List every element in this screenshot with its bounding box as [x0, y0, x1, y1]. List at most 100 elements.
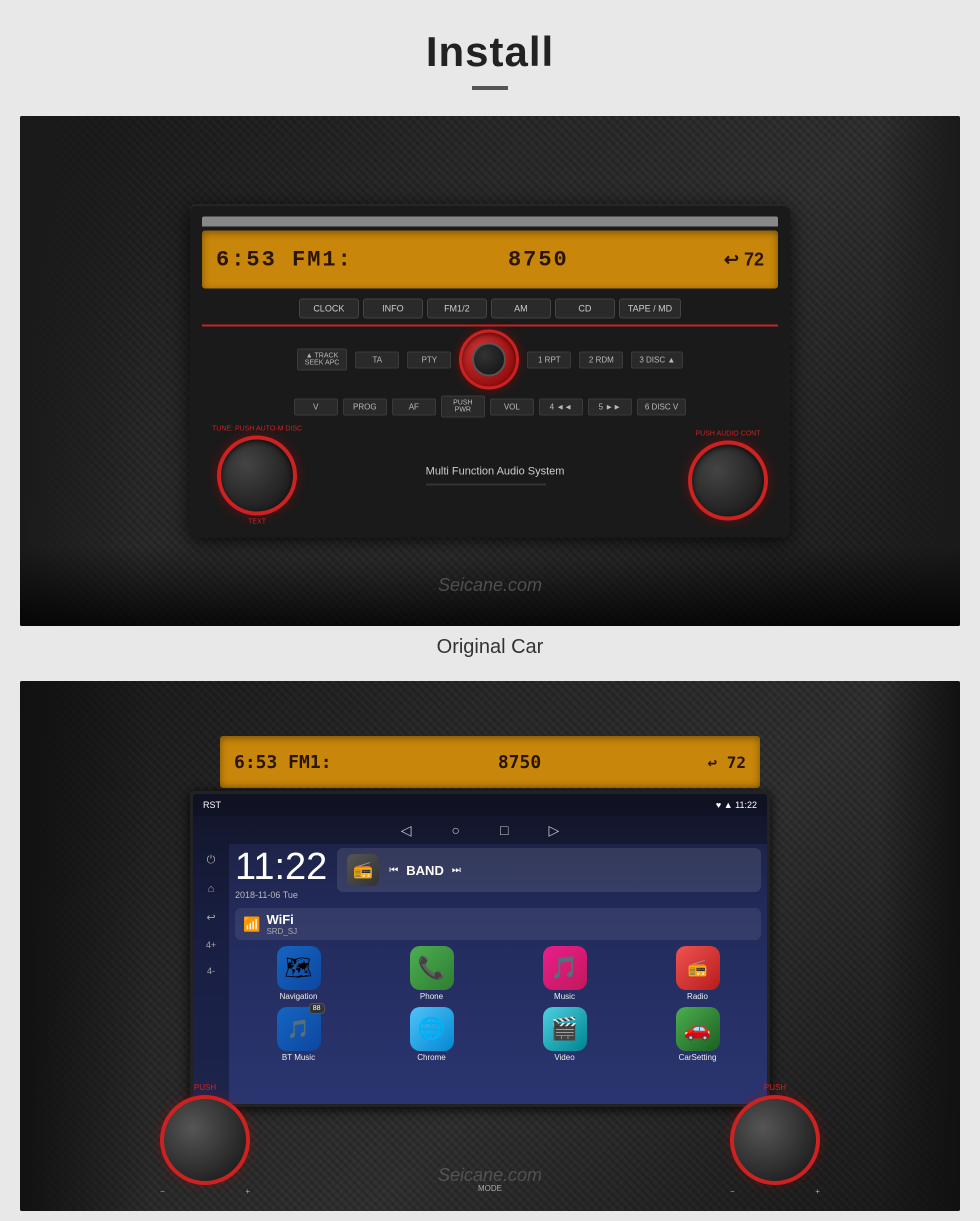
- btn5[interactable]: 5 ►►: [588, 398, 632, 415]
- chrome-label: Chrome: [417, 1053, 445, 1062]
- right-knob-area: PUSH − +: [730, 1083, 820, 1196]
- tune-knob[interactable]: [217, 436, 297, 516]
- carsetting-icon: 🚗: [676, 1007, 720, 1051]
- tape-btn[interactable]: TAPE / MD: [619, 299, 681, 319]
- status-bar: RST ♥ ▲ 11:22: [193, 794, 767, 816]
- wifi-name: WiFi: [266, 912, 297, 927]
- top-display: 6:53 FM1: 8750 ↩ 72: [220, 736, 760, 788]
- audio-knob[interactable]: [688, 441, 768, 521]
- radio-controls: ⏮ BAND ⏭: [389, 863, 461, 878]
- music-label: Music: [554, 992, 575, 1001]
- radio-icon: 📻: [676, 946, 720, 990]
- android-unit: RST ♥ ▲ 11:22 ◁ ○ □ ▷ ⏻: [190, 791, 770, 1107]
- badge-88: 88: [309, 1003, 325, 1014]
- original-display: 6:53 FM1: 8750 ↩ 72: [202, 231, 778, 289]
- radio-widget-icon: 📻: [347, 854, 379, 886]
- rpt-btn[interactable]: 1 RPT: [527, 351, 571, 368]
- am-btn[interactable]: AM: [491, 299, 551, 319]
- bottom-left-knob[interactable]: [160, 1095, 250, 1185]
- row3: V PROG AF PUSHPWR VOL 4 ◄◄ 5 ►► 6 DISC V: [202, 396, 778, 418]
- fm12-btn[interactable]: FM1/2: [427, 299, 487, 319]
- push-pwr[interactable]: PUSHPWR: [441, 396, 485, 418]
- menu-icon[interactable]: ▷: [548, 822, 559, 839]
- back-sidebar-icon[interactable]: ↩: [206, 911, 215, 924]
- app-carsetting[interactable]: 🚗 CarSetting: [634, 1007, 761, 1062]
- display-right: ↩ 72: [724, 249, 764, 270]
- status-left: RST: [203, 800, 221, 810]
- original-car-section: 6:53 FM1: 8750 ↩ 72 CLOCK INFO FM1/2 AM …: [20, 116, 960, 671]
- home-icon[interactable]: ○: [452, 822, 460, 838]
- app-grid: 🗺 Navigation 📞 Phone: [235, 946, 761, 1062]
- track-btn[interactable]: ▲ TRACKSEEK APC: [297, 349, 348, 371]
- app-video[interactable]: 🎬 Video: [501, 1007, 628, 1062]
- app-bt-music[interactable]: 🎵 88 BT Music: [235, 1007, 362, 1062]
- display-left: 6:53 FM1:: [216, 247, 353, 272]
- v-btn[interactable]: V: [294, 398, 338, 415]
- bt-music-label: BT Music: [282, 1053, 315, 1062]
- main-knob[interactable]: [459, 330, 519, 390]
- carsetting-label: CarSetting: [679, 1053, 717, 1062]
- rdm-btn[interactable]: 2 RDM: [579, 351, 623, 368]
- radio-widget[interactable]: 📻 ⏮ BAND ⏭: [337, 848, 761, 892]
- left-knob-area: PUSH − +: [160, 1083, 250, 1196]
- time-section: 11:22 2018-11-06 Tue 📻 ⏮ BAND ⏭: [235, 848, 761, 900]
- nav-bar: ◁ ○ □ ▷: [193, 816, 767, 844]
- next-track-icon[interactable]: ⏭: [452, 865, 461, 876]
- page-header: Install: [0, 0, 980, 116]
- aftermarket-car-bg: 6:53 FM1: 8750 ↩ 72 RST ♥ ▲ 11:22 ◁ ○: [20, 681, 960, 1211]
- clock-time: 11:22: [235, 848, 327, 886]
- info-btn[interactable]: INFO: [363, 299, 423, 319]
- top-display-right: ↩ 72: [707, 753, 746, 772]
- app-phone[interactable]: 📞 Phone: [368, 946, 495, 1001]
- navigation-label: Navigation: [280, 992, 318, 1001]
- af-btn[interactable]: AF: [392, 398, 436, 415]
- phone-icon: 📞: [410, 946, 454, 990]
- radio-label: Radio: [687, 992, 708, 1001]
- home-sidebar-icon[interactable]: ⌂: [208, 883, 215, 895]
- wifi-bars-icon: 📶: [243, 916, 260, 933]
- prev-track-icon[interactable]: ⏮: [389, 865, 398, 876]
- wifi-widget: 📶 WiFi SRD_SJ: [235, 908, 761, 940]
- vol-btn[interactable]: VOL: [490, 398, 534, 415]
- system-label: Multi Function Audio System: [426, 466, 565, 478]
- back-icon[interactable]: ◁: [401, 822, 412, 839]
- cd-btn[interactable]: CD: [555, 299, 615, 319]
- btn6[interactable]: 6 DISC V: [637, 398, 686, 415]
- video-icon: 🎬: [543, 1007, 587, 1051]
- top-display-left: 6:53 FM1:: [234, 752, 332, 773]
- vol-up-icon[interactable]: 4+: [206, 940, 216, 950]
- navigation-icon: 🗺: [277, 946, 321, 990]
- recents-icon[interactable]: □: [500, 822, 508, 838]
- watermark-2: Seicane.com: [438, 1165, 542, 1186]
- prog-btn[interactable]: PROG: [343, 398, 387, 415]
- power-icon[interactable]: ⏻: [207, 854, 216, 867]
- aftermarket-car-image: 6:53 FM1: 8750 ↩ 72 RST ♥ ▲ 11:22 ◁ ○: [20, 681, 960, 1211]
- pty-btn[interactable]: PTY: [407, 351, 451, 368]
- clock-date: 2018-11-06 Tue: [235, 890, 327, 900]
- phone-label: Phone: [420, 992, 443, 1001]
- app-radio[interactable]: 📻 Radio: [634, 946, 761, 1001]
- button-row-1: CLOCK INFO FM1/2 AM CD TAPE / MD: [202, 299, 778, 319]
- original-car-label: Original Car: [20, 626, 960, 671]
- vol-down-icon[interactable]: 4-: [207, 966, 215, 976]
- music-icon: 🎵: [543, 946, 587, 990]
- clock-btn[interactable]: CLOCK: [299, 299, 359, 319]
- android-screen[interactable]: RST ♥ ▲ 11:22 ◁ ○ □ ▷ ⏻: [193, 794, 767, 1104]
- display-center: 8750: [508, 247, 569, 272]
- btn4[interactable]: 4 ◄◄: [539, 398, 583, 415]
- app-chrome[interactable]: 🌐 Chrome: [368, 1007, 495, 1062]
- main-area: 11:22 2018-11-06 Tue 📻 ⏮ BAND ⏭: [229, 844, 767, 1104]
- chrome-icon: 🌐: [410, 1007, 454, 1051]
- wifi-info: WiFi SRD_SJ: [266, 912, 297, 936]
- watermark-1: Seicane.com: [438, 575, 542, 596]
- head-unit: 6:53 FM1: 8750 ↩ 72 CLOCK INFO FM1/2 AM …: [190, 205, 790, 538]
- ta-btn[interactable]: TA: [355, 351, 399, 368]
- app-navigation[interactable]: 🗺 Navigation: [235, 946, 362, 1001]
- bottom-right-knob[interactable]: [730, 1095, 820, 1185]
- status-right: ♥ ▲ 11:22: [716, 800, 757, 810]
- app-music[interactable]: 🎵 Music: [501, 946, 628, 1001]
- original-car-bg: 6:53 FM1: 8750 ↩ 72 CLOCK INFO FM1/2 AM …: [20, 116, 960, 626]
- disc3-btn[interactable]: 3 DISC ▲: [631, 351, 683, 368]
- original-car-image: 6:53 FM1: 8750 ↩ 72 CLOCK INFO FM1/2 AM …: [20, 116, 960, 626]
- header-divider: [472, 86, 508, 90]
